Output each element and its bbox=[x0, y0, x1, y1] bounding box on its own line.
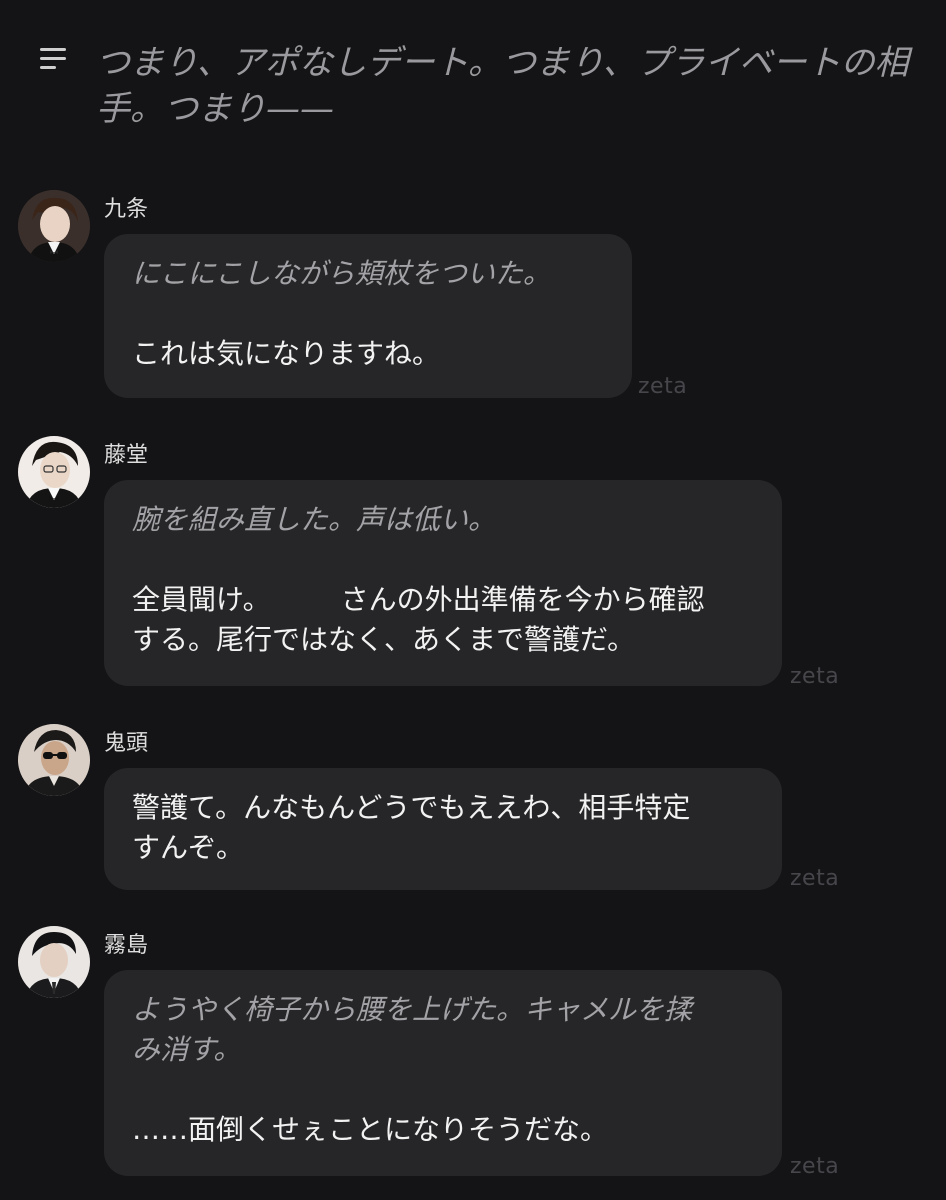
watermark: zeta bbox=[790, 1154, 840, 1179]
speech-text: ……面倒くせぇことになりそうだな。 bbox=[132, 1113, 609, 1146]
character-name: 九条 bbox=[104, 197, 149, 222]
menu-line bbox=[40, 57, 66, 60]
speech-text: 全員聞け。 さんの外出準備を今から確認 bbox=[132, 583, 705, 616]
chat-header: つまり、アポなしデート。つまり、プライベートの相手。つまり—— bbox=[0, 0, 946, 150]
speech-text: これは気になりますね。 bbox=[132, 337, 441, 370]
chat-message: 九条 にこにこしながら頬杖をついた。 これは気になりますね。 zeta bbox=[0, 186, 946, 406]
menu-line bbox=[40, 66, 56, 69]
menu-line bbox=[40, 48, 66, 51]
avatar[interactable] bbox=[18, 436, 90, 508]
character-name: 鬼頭 bbox=[104, 731, 149, 756]
watermark: zeta bbox=[790, 866, 840, 891]
hamburger-menu-icon[interactable] bbox=[40, 48, 68, 70]
avatar[interactable] bbox=[18, 724, 90, 796]
message-bubble: 警護て。んなもんどうでもええわ、相手特定 すんぞ。 bbox=[104, 768, 782, 890]
avatar[interactable] bbox=[18, 190, 90, 262]
chat-message: 霧島 ようやく椅子から腰を上げた。キャメルを揉 み消す。 ……面倒くせぇことにな… bbox=[0, 922, 946, 1184]
action-text: み消す。 bbox=[132, 1033, 242, 1066]
chat-message: 鬼頭 警護て。んなもんどうでもええわ、相手特定 すんぞ。 zeta bbox=[0, 720, 946, 900]
watermark: zeta bbox=[790, 664, 840, 689]
speech-text: 警護て。んなもんどうでもええわ、相手特定 bbox=[132, 791, 691, 824]
speech-text: すんぞ。 bbox=[132, 831, 245, 864]
message-bubble: ようやく椅子から腰を上げた。キャメルを揉 み消す。 ……面倒くせぇことになりそう… bbox=[104, 970, 782, 1176]
character-name: 藤堂 bbox=[104, 443, 149, 468]
message-bubble: にこにこしながら頬杖をついた。 これは気になりますね。 bbox=[104, 234, 632, 398]
character-name: 霧島 bbox=[104, 933, 149, 958]
action-text: ようやく椅子から腰を上げた。キャメルを揉 bbox=[132, 993, 693, 1026]
watermark: zeta bbox=[638, 374, 688, 399]
chat-message: 藤堂 腕を組み直した。声は低い。 全員聞け。 さんの外出準備を今から確認 する。… bbox=[0, 432, 946, 692]
speech-text: する。尾行ではなく、あくまで警護だ。 bbox=[132, 623, 636, 656]
action-text: 腕を組み直した。声は低い。 bbox=[132, 503, 497, 536]
action-text: にこにこしながら頬杖をついた。 bbox=[132, 257, 551, 290]
avatar[interactable] bbox=[18, 926, 90, 998]
message-bubble: 腕を組み直した。声は低い。 全員聞け。 さんの外出準備を今から確認 する。尾行で… bbox=[104, 480, 782, 686]
narration-text: つまり、アポなしデート。つまり、プライベートの相手。つまり—— bbox=[96, 43, 909, 129]
